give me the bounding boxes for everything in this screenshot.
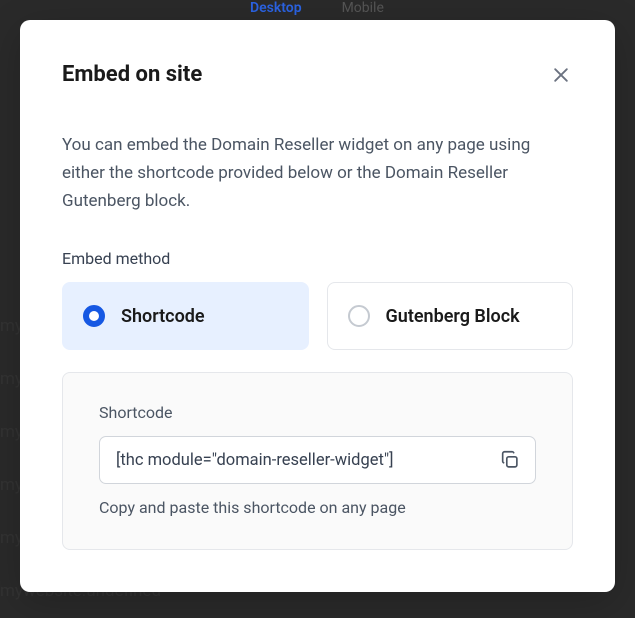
close-icon[interactable]: [549, 63, 573, 87]
modal-title: Embed on site: [62, 62, 202, 87]
shortcode-help: Copy and paste this shortcode on any pag…: [99, 498, 536, 517]
bg-tab-desktop: Desktop: [250, 0, 302, 16]
radio-icon: [83, 305, 105, 327]
shortcode-label: Shortcode: [99, 403, 536, 422]
embed-modal: Embed on site You can embed the Domain R…: [20, 20, 615, 592]
modal-header: Embed on site: [62, 62, 573, 87]
bg-tabs: Desktop Mobile: [250, 0, 384, 16]
option-gutenberg[interactable]: Gutenberg Block: [327, 282, 574, 350]
copy-icon[interactable]: [499, 449, 521, 471]
bg-tab-mobile: Mobile: [342, 0, 384, 16]
option-gutenberg-label: Gutenberg Block: [386, 306, 520, 327]
shortcode-input-row: [99, 436, 536, 484]
radio-icon: [348, 305, 370, 327]
option-shortcode-label: Shortcode: [121, 306, 205, 327]
shortcode-panel: Shortcode Copy and paste this shortcode …: [62, 372, 573, 550]
option-shortcode[interactable]: Shortcode: [62, 282, 309, 350]
modal-description: You can embed the Domain Reseller widget…: [62, 131, 573, 215]
embed-method-label: Embed method: [62, 249, 573, 268]
embed-options: Shortcode Gutenberg Block: [62, 282, 573, 350]
shortcode-input[interactable]: [116, 451, 499, 470]
